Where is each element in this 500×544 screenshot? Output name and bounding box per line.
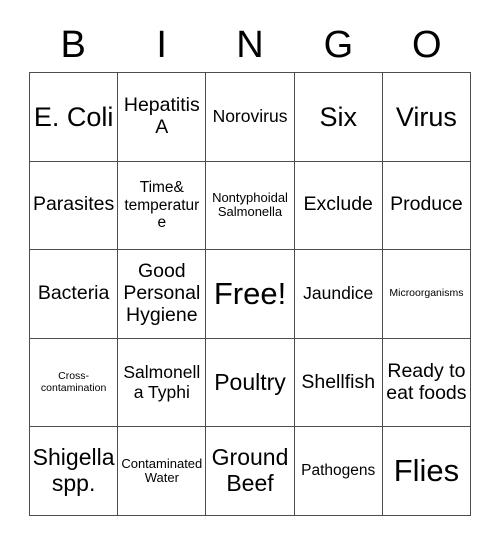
bingo-cell-o1[interactable]: Virus — [382, 73, 472, 162]
bingo-cell-g1[interactable]: Six — [294, 73, 383, 162]
bingo-cell-label: Cross-contamination — [40, 369, 107, 394]
bingo-cell-label: Six — [319, 101, 357, 132]
bingo-cell-label: Exclude — [303, 193, 373, 216]
bingo-cell-label: E. Coli — [33, 101, 114, 132]
bingo-cell-label: Shellfish — [301, 370, 376, 393]
bingo-cell-label: Pathogens — [301, 462, 376, 480]
bingo-cell-b1[interactable]: E. Coli — [30, 73, 119, 162]
bingo-cell-n2[interactable]: Nontyphoidal Salmonella — [206, 161, 295, 251]
header-letter-g: G — [323, 24, 354, 66]
bingo-cell-b4[interactable]: Cross-contamination — [30, 338, 119, 428]
bingo-cell-g4[interactable]: Shellfish — [294, 338, 383, 428]
header-letter-b: B — [60, 24, 86, 66]
bingo-cell-b3[interactable]: Bacteria — [30, 250, 119, 339]
bingo-row: Shigella spp. Contaminated Water Ground … — [30, 427, 472, 516]
header-letter-n: N — [236, 24, 264, 66]
bingo-header-row: B I N G O — [29, 18, 471, 72]
bingo-cell-label: Free! — [213, 275, 287, 311]
bingo-cell-label: Norovirus — [212, 106, 288, 126]
bingo-cell-label: Bacteria — [37, 282, 110, 305]
bingo-cell-b2[interactable]: Parasites — [30, 161, 119, 251]
bingo-cell-label: Ground Beef — [211, 444, 289, 497]
bingo-grid: E. Coli Hepatitis A Norovirus Six Virus … — [29, 72, 472, 516]
bingo-cell-label: Produce — [390, 193, 463, 216]
bingo-cell-g2[interactable]: Exclude — [294, 161, 383, 251]
bingo-row: Bacteria Good Personal Hygiene Free! Jau… — [30, 250, 472, 339]
bingo-row: Parasites Time& temperature Nontyphoidal… — [30, 161, 472, 251]
bingo-cell-i5[interactable]: Contaminated Water — [118, 427, 207, 516]
bingo-cell-label: Good Personal Hygiene — [123, 260, 201, 326]
bingo-cell-o5[interactable]: Flies — [382, 427, 472, 516]
bingo-cell-label: Ready to eat foods — [386, 359, 467, 404]
bingo-cell-g5[interactable]: Pathogens — [294, 427, 383, 516]
bingo-cell-label: Salmonella Typhi — [123, 361, 201, 402]
header-letter-o: O — [412, 24, 442, 66]
bingo-row: E. Coli Hepatitis A Norovirus Six Virus — [30, 73, 472, 162]
bingo-cell-i1[interactable]: Hepatitis A — [118, 73, 207, 162]
bingo-cell-i2[interactable]: Time& temperature — [118, 161, 207, 251]
bingo-cell-o3[interactable]: Microorganisms — [382, 250, 472, 339]
bingo-cell-label: Nontyphoidal Salmonella — [212, 189, 288, 220]
header-letter-i: I — [156, 24, 167, 66]
bingo-cell-label: Shigella spp. — [32, 444, 115, 497]
bingo-cell-label: Microorganisms — [389, 287, 464, 300]
bingo-cell-label: Virus — [395, 101, 457, 132]
bingo-cell-label: Contaminated Water — [121, 455, 203, 486]
bingo-cell-label: Parasites — [32, 193, 115, 216]
bingo-cell-b5[interactable]: Shigella spp. — [30, 427, 119, 516]
bingo-cell-i4[interactable]: Salmonella Typhi — [118, 338, 207, 428]
bingo-cell-n1[interactable]: Norovirus — [206, 73, 295, 162]
bingo-cell-o4[interactable]: Ready to eat foods — [382, 338, 472, 428]
bingo-cell-label: Jaundice — [303, 283, 374, 304]
bingo-cell-o2[interactable]: Produce — [382, 161, 472, 251]
bingo-cell-label: Poultry — [214, 368, 286, 395]
bingo-cell-g3[interactable]: Jaundice — [294, 250, 383, 339]
bingo-cell-label: Flies — [393, 452, 460, 488]
bingo-card: B I N G O E. Coli Hepatitis A Norovirus … — [29, 18, 472, 516]
bingo-cell-n5[interactable]: Ground Beef — [206, 427, 295, 516]
bingo-row: Cross-contamination Salmonella Typhi Pou… — [30, 338, 472, 428]
bingo-cell-free-space[interactable]: Free! — [206, 250, 295, 339]
bingo-cell-label: Time& temperature — [124, 179, 200, 232]
bingo-cell-i3[interactable]: Good Personal Hygiene — [118, 250, 207, 339]
bingo-cell-n4[interactable]: Poultry — [206, 338, 295, 428]
bingo-cell-label: Hepatitis A — [123, 93, 200, 138]
